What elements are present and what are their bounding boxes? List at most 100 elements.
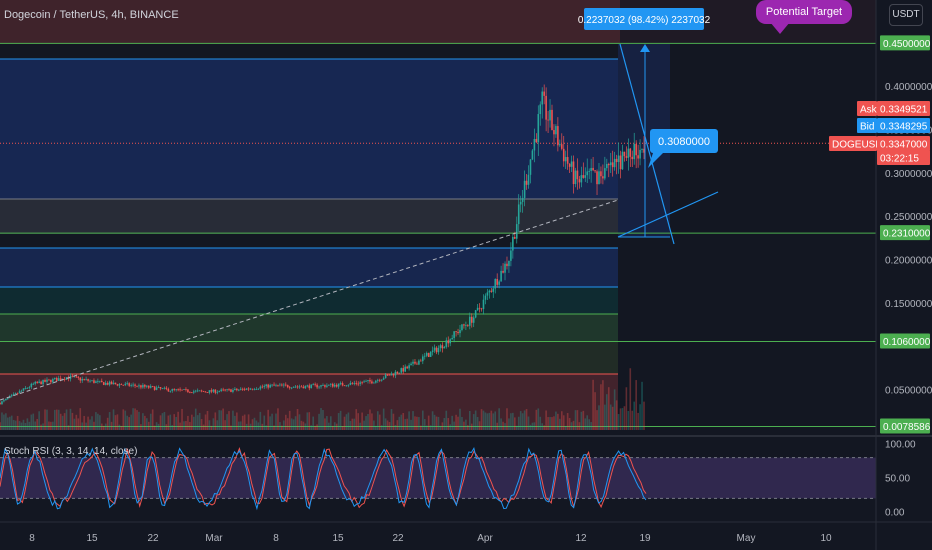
candle-body (322, 385, 324, 386)
volume-bar (300, 420, 303, 430)
candle-body (316, 384, 318, 388)
candle-body (5, 398, 7, 401)
candle-body (437, 347, 440, 353)
volume-bar (422, 410, 424, 430)
volume-bar (492, 413, 495, 430)
volume-bar (539, 416, 542, 430)
volume-bar (140, 424, 142, 430)
volume-bar (306, 412, 309, 430)
volume-bar (167, 415, 170, 430)
candle-body (75, 376, 78, 378)
level-tag-0-text: 0.4500000 (883, 39, 931, 50)
candle-body (22, 388, 25, 391)
candle-body (594, 170, 596, 172)
candle-body (541, 91, 544, 105)
last-price-tag: 0.3347000 (877, 136, 930, 151)
candle-body (218, 391, 221, 392)
volume-bar (373, 420, 375, 430)
level-tag-1-text: 0.2310000 (883, 229, 931, 240)
candle-body (445, 340, 448, 347)
candle-body (564, 157, 567, 162)
volume-bar (324, 418, 326, 430)
candle-body (210, 390, 213, 392)
candle-body (396, 371, 399, 374)
candle-body (310, 384, 313, 389)
volume-bar (8, 416, 11, 430)
candle-body (102, 382, 105, 385)
candle-body (116, 384, 119, 386)
candle-body (330, 383, 332, 385)
volume-bar (83, 415, 85, 430)
volume-bar (388, 422, 391, 430)
candle-body (320, 385, 322, 387)
volume-bar (161, 413, 164, 430)
candle-body (126, 383, 129, 385)
volume-bar (32, 413, 35, 430)
price-tick: 0.3000000 (885, 169, 932, 180)
volume-bar (218, 410, 221, 430)
rsi-tick: 0.00 (885, 508, 905, 519)
ask-value-tag-text: 0.3349521 (880, 105, 928, 116)
volume-bar (557, 413, 559, 430)
trading-chart[interactable]: 0.40000000.35000000.30000000.25000000.20… (0, 0, 932, 550)
stoch-rsi-title[interactable]: Stoch RSI (3, 3, 14, 14, close) (4, 446, 137, 457)
symbol-title[interactable]: Dogecoin / TetherUS, 4h, BINANCE (4, 9, 179, 21)
volume-bar (226, 414, 228, 430)
candle-body (355, 383, 358, 384)
candle-body (24, 388, 27, 389)
candle-body (71, 375, 74, 377)
candle-body (59, 378, 62, 380)
candle-body (79, 377, 82, 381)
volume-bar (7, 417, 9, 430)
volume-bar (259, 411, 262, 430)
candle-body (482, 299, 485, 309)
candle-body (281, 384, 283, 386)
candle-body (433, 347, 436, 351)
volume-bar (55, 409, 58, 430)
volume-bar (216, 420, 219, 430)
candle-body (461, 324, 463, 331)
volume-bar (402, 412, 405, 430)
candle-body (0, 403, 1, 405)
volume-bar (578, 422, 581, 430)
candle-body (202, 391, 205, 392)
volume-bar (639, 404, 641, 430)
candle-body (328, 384, 330, 386)
candle-body (173, 389, 176, 390)
volume-bar (369, 409, 371, 430)
volume-bar (331, 425, 334, 430)
volume-bar (382, 408, 385, 430)
candle-body (128, 383, 130, 386)
volume-bar (20, 422, 23, 430)
candle-body (324, 385, 326, 387)
candle-body (224, 389, 226, 391)
volume-bar (312, 416, 314, 430)
volume-bar (181, 408, 183, 430)
volume-bar (269, 416, 271, 430)
candle-body (416, 363, 418, 365)
volume-bar (455, 414, 457, 430)
volume-bar (451, 415, 453, 430)
volume-bar (566, 413, 569, 430)
volume-bar (418, 417, 420, 430)
volume-bar (110, 421, 113, 430)
candle-body (314, 384, 316, 386)
volume-bar (355, 409, 358, 430)
volume-bar (531, 422, 534, 430)
candle-body (574, 170, 577, 185)
candle-body (100, 380, 103, 383)
candle-body (568, 163, 571, 167)
candle-body (582, 175, 585, 178)
candle-body (398, 372, 401, 374)
currency-button[interactable]: USDT (889, 4, 923, 26)
volume-bar (91, 416, 93, 430)
candle-body (382, 378, 385, 380)
volume-bar (165, 424, 168, 430)
candle-body (602, 176, 604, 179)
candle-body (615, 158, 618, 163)
volume-bar (412, 411, 414, 430)
volume-bar (406, 418, 408, 430)
volume-bar (261, 423, 264, 430)
volume-bar (394, 424, 397, 430)
candle-body (402, 368, 405, 372)
